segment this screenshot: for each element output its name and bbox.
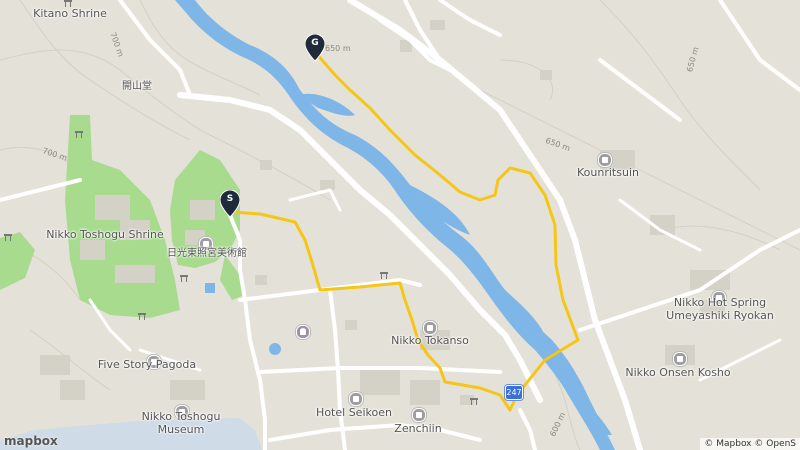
hot-spring-line2: Umeyashiki Ryokan [666,309,774,322]
hot-spring-line1: Nikko Hot Spring [673,296,767,309]
place-label-nikko-toshogu-museum[interactable]: Nikko Toshogu Museum [142,410,221,436]
temple-icon[interactable] [412,408,426,422]
shrine-icon [180,275,188,284]
map-canvas[interactable]: 700 m 650 m 700 m 650 m 650 m 600 m P Ki… [0,0,800,450]
place-label-nikko-toshogu-shrine[interactable]: Nikko Toshogu Shrine [46,228,164,241]
place-label-zenchiin[interactable]: Zenchiin [394,422,441,435]
place-label-kounritsuin[interactable]: Kounritsuin [577,166,639,179]
place-label-onsen-kosho[interactable]: Nikko Onsen Kosho [625,366,730,379]
goal-marker[interactable]: G [305,34,325,61]
shrine-icon [4,234,12,243]
hotel-icon[interactable] [673,352,687,366]
goal-marker-label: G [311,38,319,48]
place-label-kitano-shrine[interactable]: Kitano Shrine [33,7,107,20]
hotel-icon[interactable] [423,321,437,335]
museum-name-line2: Museum [157,423,205,436]
shrine-icon [470,398,478,407]
route-shield-247: 247 [505,385,523,400]
temple-icon[interactable] [598,153,612,167]
start-marker-label: S [226,194,234,204]
shrine-icon [138,313,146,322]
place-label-hot-spring[interactable]: Nikko Hot Spring Umeyashiki Ryokan [666,296,774,322]
shrine-icon [380,272,388,281]
map-base-layer [0,0,800,450]
mapbox-logo[interactable]: mapbox [4,434,58,448]
place-label-kaisando[interactable]: 開山堂 [122,80,152,93]
map-attribution[interactable]: © Mapbox © OpenS [700,438,800,450]
place-label-toshogu-museum-jp[interactable]: 日光東照宮美術館 [167,247,247,260]
parking-icon[interactable]: P [296,325,310,339]
place-label-nikko-tokanso[interactable]: Nikko Tokanso [391,334,469,347]
start-marker[interactable]: S [220,190,240,217]
hotel-icon[interactable] [349,392,363,406]
place-label-five-story-pagoda[interactable]: Five Story Pagoda [98,358,196,371]
contour-label: 650 m [325,44,351,53]
museum-name-line1: Nikko Toshogu [141,410,221,423]
shrine-icon [75,131,83,140]
place-label-hotel-seikoen[interactable]: Hotel Seikoen [316,406,392,419]
